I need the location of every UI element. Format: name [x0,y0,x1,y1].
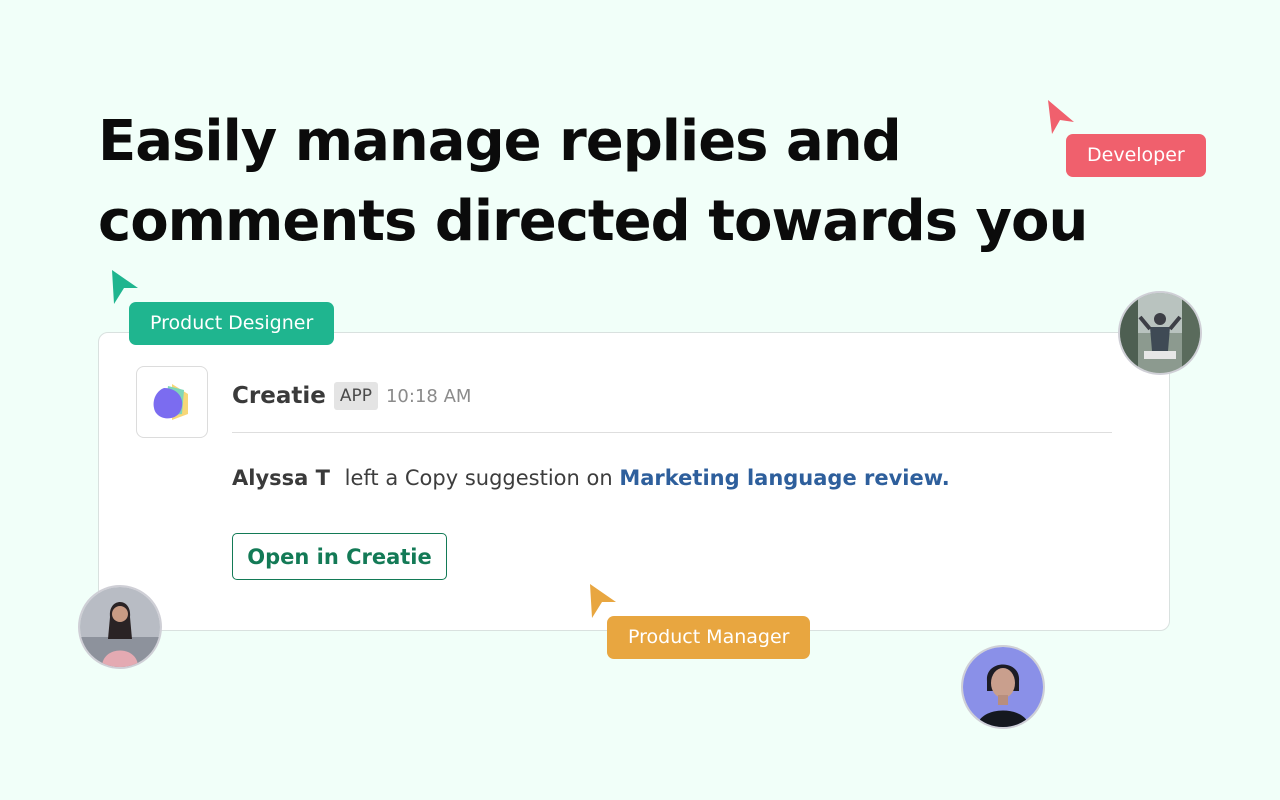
message-header: Creatie APP 10:18 AM [232,380,471,412]
avatar-product-designer [78,585,162,669]
designer-cursor-icon [112,270,138,304]
product-designer-tag: Product Designer [129,302,335,345]
developer-cursor-icon [1048,100,1074,134]
developer-tag-label: Developer [1087,144,1185,166]
message-time[interactable]: 10:18 AM [386,386,471,407]
headline-line-1: Easily manage replies and [98,109,902,174]
author-name[interactable]: Alyssa T [232,466,330,490]
developer-tag: Developer [1066,134,1206,177]
manager-cursor-icon [590,584,616,618]
headline: Easily manage replies and comments direc… [98,102,1098,262]
app-badge: APP [333,382,378,410]
open-in-creatie-button[interactable]: Open in Creatie [232,533,447,580]
message-body: Alyssa T left a Copy suggestion on Marke… [232,466,950,490]
product-designer-tag-label: Product Designer [150,312,314,334]
document-link[interactable]: Marketing language review. [619,466,949,490]
app-logo [136,366,208,438]
creatie-logo-icon [153,384,188,420]
avatar-product-manager [961,645,1045,729]
avatar-developer [1118,291,1202,375]
message-text: left a Copy suggestion on [344,466,613,490]
message-card: Creatie APP 10:18 AM Alyssa T left a Cop… [98,332,1170,631]
product-manager-tag-label: Product Manager [628,626,790,648]
divider [232,432,1112,433]
app-name[interactable]: Creatie [232,383,326,409]
headline-line-2: comments directed towards you [98,189,1088,254]
product-manager-tag: Product Manager [607,616,811,659]
